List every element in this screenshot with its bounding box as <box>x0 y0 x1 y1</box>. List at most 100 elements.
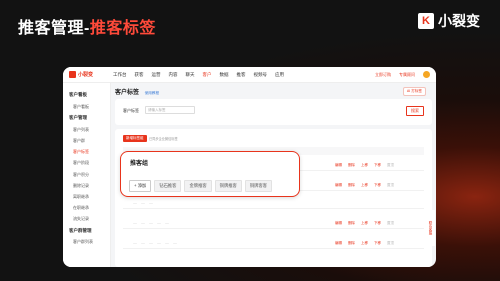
row-actions: 编辑 删除 上移 下移 置顶 <box>335 183 394 188</box>
pin-button[interactable]: 置顶 <box>387 183 394 188</box>
delete-button[interactable]: 删除 <box>348 241 355 246</box>
sidebar-item[interactable]: 离职继承 <box>63 191 110 202</box>
move-up-button[interactable]: 上移 <box>361 163 368 168</box>
nav-item[interactable]: 运营 <box>152 72 161 78</box>
tag-chip <box>141 223 145 224</box>
sidebar-group: 客户看板 <box>69 92 87 97</box>
sidebar-item-active[interactable]: 客户标签 <box>63 147 110 158</box>
tag-chip <box>133 203 137 204</box>
edit-button[interactable]: 编辑 <box>335 183 342 188</box>
edit-button[interactable]: 编辑 <box>335 221 342 226</box>
brand: K 小裂变 <box>418 11 480 31</box>
pin-button[interactable]: 置顶 <box>387 241 394 246</box>
slide-title-prefix: 推客管理- <box>18 20 90 37</box>
delete-button[interactable]: 删除 <box>348 183 355 188</box>
sidebar-group: 客户管理 <box>69 115 87 121</box>
highlighted-tag-group: 推客组 + 添加 钻石推客 金牌推客 铜牌推客 铜牌客客 <box>120 151 300 197</box>
row-actions: 编辑 删除 上移 下移 置顶 <box>335 221 394 226</box>
sidebar: 客户看板 客户看板 客户管理 客户列表 客户群 客户标签 客户阶段 客户积分 删… <box>63 83 111 267</box>
sidebar-group: 客户群管理 <box>69 227 92 233</box>
tag-chip <box>133 243 137 244</box>
pin-button[interactable]: 置顶 <box>387 163 394 168</box>
tag-chip <box>157 243 161 244</box>
nav-item[interactable]: 内容 <box>169 72 178 78</box>
slide-title-highlight: 推客标签 <box>89 20 156 37</box>
move-up-button[interactable]: 上移 <box>361 241 368 246</box>
nav-item[interactable]: 视频号 <box>254 72 268 78</box>
move-up-button[interactable]: 上移 <box>361 183 368 188</box>
row-actions: 编辑 删除 上移 下移 置顶 <box>335 163 394 168</box>
move-down-button[interactable]: 下移 <box>374 241 381 246</box>
nav-item-active[interactable]: 客户 <box>203 72 212 78</box>
tag-chip <box>149 203 153 204</box>
tag-list-card: 新增标签组 已同步企业微信标签 编辑 删除 上移 下移 置顶 编辑 删除 上移 … <box>115 129 432 267</box>
sidebar-item[interactable]: 在职继承 <box>63 203 110 214</box>
order-link[interactable]: 立即订购 <box>375 72 391 78</box>
consultant-link[interactable]: 专属顾问 <box>399 72 415 78</box>
tag-chip <box>173 243 177 244</box>
row-tags <box>133 223 169 224</box>
delete-button[interactable]: 删除 <box>348 221 355 226</box>
help-link[interactable]: 使用教程 <box>145 91 159 95</box>
row-actions: 编辑 删除 上移 下移 置顶 <box>335 241 394 246</box>
row-tags <box>133 203 153 204</box>
sidebar-item[interactable]: 客户阶段 <box>63 158 110 169</box>
tag-chip[interactable]: 铜牌推客 <box>214 180 242 192</box>
tag-chip[interactable]: 钻石推客 <box>154 180 182 192</box>
app-logo[interactable]: 小裂变 <box>69 71 93 78</box>
app-logo-icon <box>69 71 76 78</box>
top-navbar: 小裂变 工作台 获客 运营 内容 聊天 客户 数据 推客 视频号 应用 立即订购… <box>63 67 436 83</box>
page-title-text: 客户标签 <box>115 90 140 96</box>
top-right-actions: 立即订购 专属顾问 <box>375 71 430 78</box>
search-button[interactable]: 搜索 <box>406 106 424 116</box>
add-tag-button[interactable]: + 添加 <box>129 180 152 192</box>
nav-item[interactable]: 推客 <box>237 72 246 78</box>
avatar[interactable] <box>423 71 430 78</box>
sync-hint: 已同步企业微信标签 <box>149 137 178 141</box>
app-logo-text: 小裂变 <box>78 72 94 78</box>
nav-item[interactable]: 聊天 <box>186 72 195 78</box>
tag-group-tags: + 添加 钻石推客 金牌推客 铜牌推客 铜牌客客 <box>129 180 273 192</box>
new-tag-group-button[interactable]: 新增标签组 <box>123 135 147 142</box>
move-down-button[interactable]: 下移 <box>374 163 381 168</box>
delete-button[interactable]: 删除 <box>348 163 355 168</box>
tag-chip[interactable]: 铜牌客客 <box>244 180 273 192</box>
tag-group-title: 推客组 <box>130 161 149 167</box>
nav-item[interactable]: 应用 <box>275 72 284 78</box>
tag-search-input[interactable]: 请输入标签 <box>145 106 195 114</box>
row-tags <box>133 243 177 244</box>
edit-button[interactable]: 编辑 <box>335 163 342 168</box>
slide-title: 推客管理-推客标签 <box>18 14 156 38</box>
filter-card: 客户标签 请输入标签 搜索 <box>115 99 432 125</box>
main-nav: 工作台 获客 运营 内容 聊天 客户 数据 推客 视频号 应用 <box>113 72 284 78</box>
edit-button[interactable]: 编辑 <box>335 241 342 246</box>
brand-logo-icon: K <box>418 13 434 29</box>
pin-button[interactable]: 置顶 <box>387 221 394 226</box>
tag-chip <box>149 243 153 244</box>
support-float-tab[interactable]: 联系客服 <box>427 210 435 246</box>
sidebar-item[interactable]: 客户看板 <box>63 101 110 112</box>
tag-chip[interactable]: 金牌推客 <box>184 180 212 192</box>
table-row <box>123 197 424 209</box>
nav-item[interactable]: 工作台 <box>113 72 127 78</box>
sidebar-item[interactable]: 客户积分 <box>63 169 110 180</box>
tag-chip <box>165 243 169 244</box>
sidebar-item[interactable]: 客户列表 <box>63 124 110 135</box>
tag-chip <box>165 223 169 224</box>
tag-chip <box>141 243 145 244</box>
move-up-button[interactable]: 上移 <box>361 221 368 226</box>
tag-chip <box>157 223 161 224</box>
move-down-button[interactable]: 下移 <box>374 183 381 188</box>
nav-item[interactable]: 获客 <box>135 72 144 78</box>
page-title: 客户标签 使用教程 <box>115 87 432 96</box>
move-down-button[interactable]: 下移 <box>374 221 381 226</box>
sidebar-item[interactable]: 客户群列表 <box>63 237 110 248</box>
ai-tag-button[interactable]: AI 打标签 <box>402 87 426 96</box>
sidebar-item[interactable]: 删除记录 <box>63 180 110 191</box>
table-row: 编辑 删除 上移 下移 置顶 <box>123 237 424 249</box>
tag-chip <box>133 223 137 224</box>
filter-label: 客户标签 <box>123 108 139 113</box>
nav-item[interactable]: 数据 <box>220 72 229 78</box>
sidebar-item[interactable]: 客户群 <box>63 135 110 146</box>
sidebar-item[interactable]: 流失记录 <box>63 214 110 225</box>
